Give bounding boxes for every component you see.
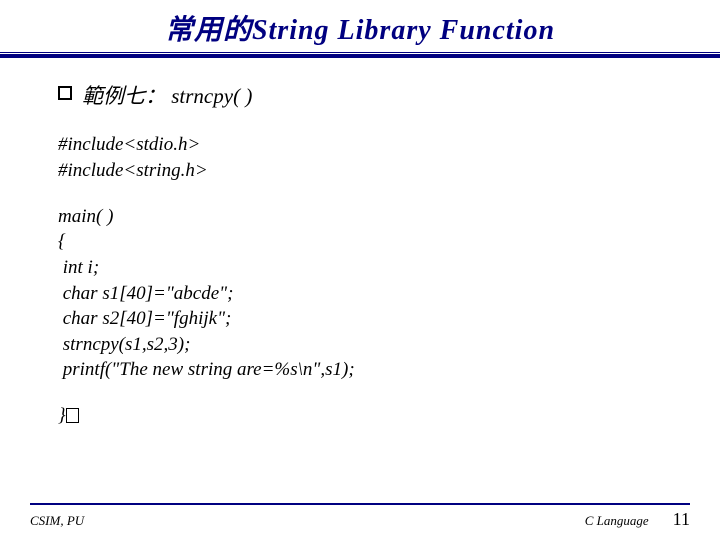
bullet-item: 範例七： strncpy( ) <box>58 82 670 110</box>
footer-rule <box>30 503 690 505</box>
include-line: #include<stdio.h> <box>58 132 670 158</box>
page-number: 11 <box>673 509 690 530</box>
include-line: #include<string.h> <box>58 158 670 184</box>
tofu-glyph <box>66 408 79 423</box>
closing-brace: } <box>58 405 66 426</box>
code-line: strncpy(s1,s2,3); <box>58 332 670 358</box>
code-line: char s2[40]="fghijk"; <box>58 306 670 332</box>
bullet-code: strncpy( ) <box>171 84 252 108</box>
title-area: 常用的String Library Function <box>0 0 720 48</box>
code-line: char s1[40]="abcde"; <box>58 281 670 307</box>
code-line: main( ) <box>58 204 670 230</box>
code-line: printf("The new string are=%s\n",s1); <box>58 357 670 383</box>
slide: 常用的String Library Function 範例七： strncpy(… <box>0 0 720 540</box>
slide-body: 範例七： strncpy( ) #include<stdio.h> #inclu… <box>0 58 720 429</box>
square-bullet-icon <box>58 86 72 100</box>
footer-right: C Language 11 <box>585 509 690 530</box>
title-english: String Library Function <box>252 15 555 46</box>
code-block: main( ) { int i; char s1[40]="abcde"; ch… <box>58 204 670 383</box>
bullet-cjk: 範例七： <box>82 84 166 108</box>
footer-label: C Language <box>585 513 649 529</box>
title-cjk: 常用的 <box>165 15 252 46</box>
footer: CSIM, PU C Language 11 <box>0 503 720 530</box>
title-underline <box>0 54 720 58</box>
code-line: int i; <box>58 255 670 281</box>
closing-line: } <box>58 403 670 429</box>
footer-left: CSIM, PU <box>30 513 84 529</box>
code-line: { <box>58 229 670 255</box>
slide-title: 常用的String Library Function <box>0 8 720 48</box>
code-line: } <box>58 403 670 429</box>
bullet-text: 範例七： strncpy( ) <box>82 82 252 110</box>
footer-row: CSIM, PU C Language 11 <box>30 509 690 530</box>
include-block: #include<stdio.h> #include<string.h> <box>58 132 670 183</box>
